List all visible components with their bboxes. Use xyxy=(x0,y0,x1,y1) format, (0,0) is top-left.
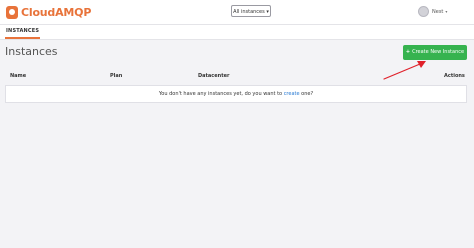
plus-icon: + xyxy=(405,49,411,55)
brand-name: CloudAMQP xyxy=(21,5,92,19)
tab-instances[interactable]: INSTANCES xyxy=(5,25,41,39)
empty-state-message: You don't have any instances yet, do you… xyxy=(5,85,467,103)
top-bar: CloudAMQP All instances ▾ Nest ▾ xyxy=(0,0,474,25)
rabbit-logo-icon xyxy=(6,5,18,19)
brand-logo[interactable]: CloudAMQP xyxy=(6,3,91,21)
avatar xyxy=(418,6,429,17)
sub-navigation: INSTANCES xyxy=(0,25,474,40)
empty-state-text: You don't have any instances yet, do you… xyxy=(158,91,284,97)
user-menu[interactable]: Nest ▾ xyxy=(418,5,447,18)
create-link[interactable]: create xyxy=(284,91,300,97)
empty-state-text-end: one? xyxy=(299,91,314,97)
column-header-name: Name xyxy=(10,73,27,79)
chevron-down-icon: ▾ xyxy=(445,9,448,14)
user-name: Nest xyxy=(432,8,444,15)
column-header-actions: Actions xyxy=(444,73,465,79)
column-header-plan: Plan xyxy=(110,73,123,79)
instance-filter-select[interactable]: All instances ▾ xyxy=(231,5,271,17)
annotation-arrow-icon xyxy=(383,61,426,80)
page-title: Instances xyxy=(5,45,58,58)
create-button-label: Create New Instance xyxy=(412,49,465,55)
column-header-datacenter: Datacenter xyxy=(198,73,230,79)
